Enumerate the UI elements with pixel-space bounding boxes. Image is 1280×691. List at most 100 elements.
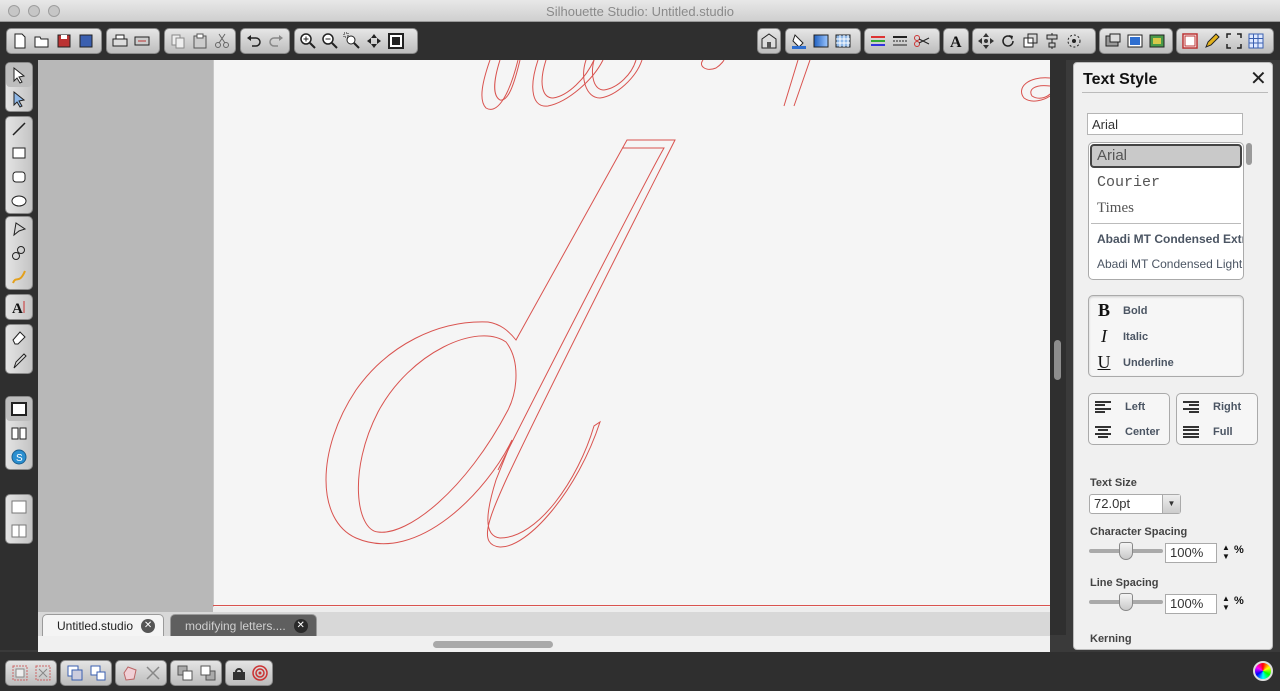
line-style-icon[interactable] — [889, 30, 911, 52]
horizontal-scroll-thumb[interactable] — [433, 641, 553, 648]
font-item-arial[interactable]: Arial — [1097, 147, 1127, 164]
online-store-icon[interactable]: S — [6, 445, 32, 469]
close-tab-icon[interactable]: ✕ — [293, 618, 308, 633]
font-item-abadi-condensed-extra[interactable]: Abadi MT Condensed Extr — [1097, 232, 1243, 246]
offset-icon[interactable] — [1102, 30, 1124, 52]
font-list-scrollbar[interactable] — [1246, 143, 1252, 165]
text-style-icon[interactable]: A — [946, 30, 966, 52]
rotate-icon[interactable] — [997, 30, 1019, 52]
save-icon[interactable] — [53, 30, 75, 52]
line-spacing-input[interactable]: 100% — [1165, 594, 1217, 614]
open-file-icon[interactable] — [31, 30, 53, 52]
font-list[interactable]: Arial Courier Times Abadi MT Condensed E… — [1088, 142, 1244, 280]
cut-style-icon[interactable] — [228, 662, 249, 684]
line-spacing-stepper[interactable]: ▲ ▼ — [1222, 594, 1230, 612]
release-compound-icon[interactable] — [86, 662, 109, 684]
compound-path-icon[interactable] — [63, 662, 86, 684]
tab-untitled-studio[interactable]: Untitled.studio ✕ — [42, 614, 165, 636]
zoom-out-icon[interactable] — [319, 30, 341, 52]
polygon-tool-icon[interactable] — [6, 217, 32, 241]
svg-text:A: A — [950, 34, 962, 50]
char-spacing-thumb[interactable] — [1119, 542, 1133, 560]
char-spacing-stepper[interactable]: ▲ ▼ — [1222, 543, 1230, 561]
select-icon[interactable] — [6, 63, 32, 87]
redo-icon[interactable] — [265, 30, 287, 52]
library-icon[interactable] — [6, 421, 32, 445]
eraser-icon[interactable] — [6, 325, 32, 349]
text-size-select[interactable]: 72.0pt ▼ — [1089, 494, 1181, 514]
close-tab-icon[interactable]: ✕ — [141, 618, 156, 633]
send-backward-icon[interactable] — [196, 662, 219, 684]
cut-icon[interactable] — [211, 30, 233, 52]
font-item-courier[interactable]: Courier — [1097, 174, 1160, 191]
align-full-option[interactable]: Full — [1183, 426, 1233, 438]
sketch-icon[interactable] — [1201, 30, 1223, 52]
cut-settings-icon[interactable] — [911, 30, 933, 52]
ungroup-icon[interactable] — [31, 662, 54, 684]
line-color-icon[interactable] — [867, 30, 889, 52]
font-item-abadi-condensed-light[interactable]: Abadi MT Condensed Light — [1097, 257, 1242, 271]
knife-icon[interactable] — [6, 349, 32, 373]
replicate-icon[interactable] — [1063, 30, 1085, 52]
fill-color-icon[interactable] — [788, 30, 810, 52]
paste-icon[interactable] — [189, 30, 211, 52]
layers-icon[interactable] — [1146, 30, 1168, 52]
chevron-down-icon[interactable]: ▼ — [1162, 495, 1180, 513]
fit-page-icon[interactable] — [385, 30, 407, 52]
pattern-icon[interactable] — [832, 30, 854, 52]
transform-icon[interactable] — [975, 30, 997, 52]
font-search-input[interactable] — [1087, 113, 1243, 135]
char-spacing-slider[interactable] — [1089, 542, 1163, 560]
copy-icon[interactable] — [167, 30, 189, 52]
letter-outline-art[interactable] — [38, 60, 1050, 635]
delete-icon[interactable] — [141, 662, 164, 684]
close-panel-icon[interactable]: ✕ — [1250, 69, 1267, 89]
color-wheel-icon[interactable] — [1253, 661, 1273, 681]
ellipse-tool-icon[interactable] — [6, 189, 32, 213]
text-tool-icon[interactable]: A — [6, 295, 32, 319]
gradient-icon[interactable] — [810, 30, 832, 52]
bring-forward-icon[interactable] — [173, 662, 196, 684]
line-spacing-slider[interactable] — [1089, 593, 1163, 611]
line-tool-icon[interactable] — [6, 117, 32, 141]
design-canvas[interactable] — [38, 60, 1050, 635]
font-item-times[interactable]: Times — [1097, 200, 1134, 217]
scale-icon[interactable] — [1019, 30, 1041, 52]
align-icon[interactable] — [1041, 30, 1063, 52]
design-page-icon[interactable] — [6, 397, 32, 421]
align-center-option[interactable]: Center — [1095, 426, 1160, 438]
zoom-selection-icon[interactable] — [341, 30, 363, 52]
show-page-icon[interactable] — [6, 495, 32, 519]
style-bold-option[interactable]: B Bold — [1095, 300, 1147, 321]
tab-modifying-letters[interactable]: modifying letters.... ✕ — [170, 614, 317, 636]
registration-marks-icon[interactable] — [249, 662, 270, 684]
trace-icon[interactable] — [1124, 30, 1146, 52]
new-file-icon[interactable] — [9, 30, 31, 52]
save-to-library-icon[interactable] — [75, 30, 97, 52]
print-icon[interactable] — [109, 30, 131, 52]
align-left-option[interactable]: Left — [1095, 401, 1145, 413]
store-icon[interactable] — [760, 30, 778, 52]
page-setup-icon[interactable] — [1179, 30, 1201, 52]
undo-icon[interactable] — [243, 30, 265, 52]
weld-icon[interactable] — [118, 662, 141, 684]
style-underline-option[interactable]: U Underline — [1095, 352, 1174, 373]
curve-tool-icon[interactable] — [6, 241, 32, 265]
edit-points-icon[interactable] — [6, 87, 32, 111]
char-spacing-input[interactable]: 100% — [1165, 543, 1217, 563]
horizontal-scrollbar[interactable] — [38, 636, 1050, 652]
group-icon[interactable] — [8, 662, 31, 684]
align-right-option[interactable]: Right — [1183, 401, 1241, 413]
rounded-rect-tool-icon[interactable] — [6, 165, 32, 189]
freehand-tool-icon[interactable] — [6, 265, 32, 289]
line-spacing-thumb[interactable] — [1119, 593, 1133, 611]
pan-icon[interactable] — [363, 30, 385, 52]
fullscreen-icon[interactable] — [1223, 30, 1245, 52]
split-view-icon[interactable] — [6, 519, 32, 543]
zoom-in-icon[interactable] — [297, 30, 319, 52]
vertical-scroll-thumb[interactable] — [1054, 340, 1061, 380]
style-italic-option[interactable]: I Italic — [1095, 326, 1148, 347]
cut-send-icon[interactable] — [131, 30, 153, 52]
rectangle-tool-icon[interactable] — [6, 141, 32, 165]
grid-icon[interactable] — [1245, 30, 1267, 52]
